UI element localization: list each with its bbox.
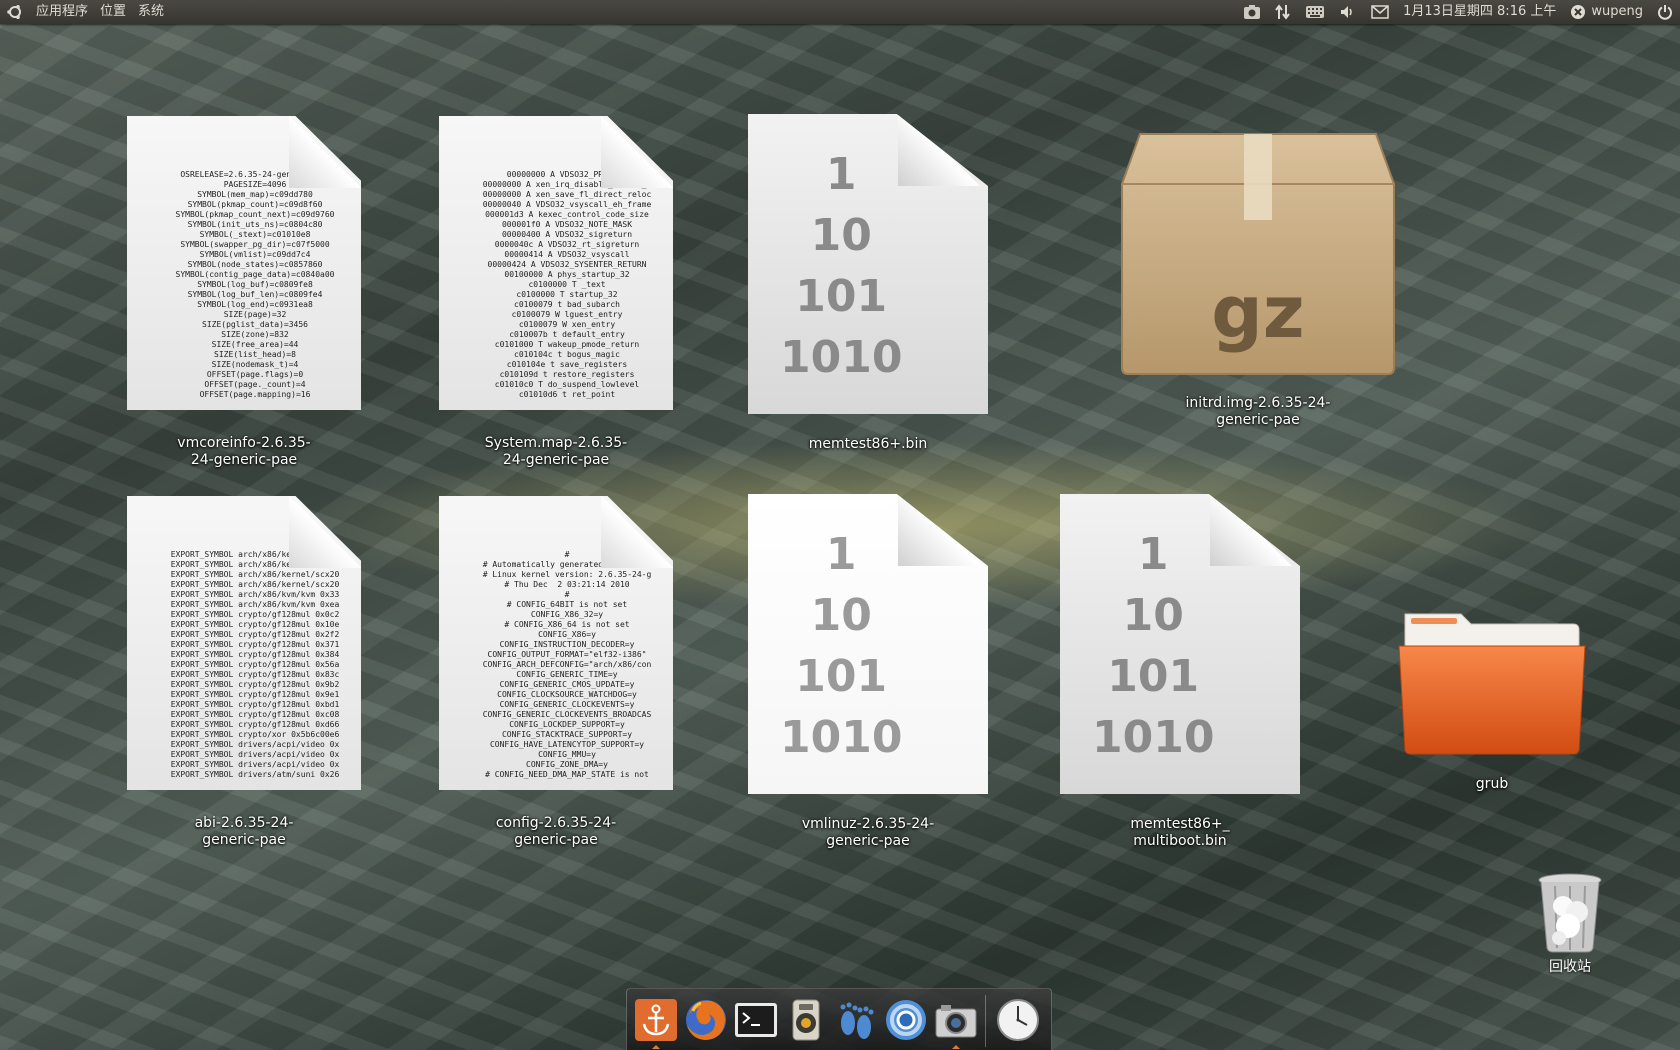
file-label: initrd.img-2.6.35-24- generic-pae (1185, 395, 1331, 428)
text-file-icon: # # Automatically generated make conf # … (439, 496, 673, 790)
audio-player-icon[interactable] (783, 997, 829, 1043)
anchor-icon[interactable] (633, 997, 679, 1049)
desktop-file-system-map[interactable]: 00000000 A VDSO32_PRELINK 00000000 A xen… (416, 116, 696, 476)
binary-digit-row: 1 (1137, 529, 1169, 580)
screenshot-icon[interactable] (1236, 4, 1268, 20)
file-label: vmlinuz-2.6.35-24- generic-pae (801, 816, 935, 849)
file-label: vmcoreinfo-2.6.35- 24-generic-pae (177, 435, 311, 468)
folder-icon (1397, 608, 1587, 756)
menu-applications[interactable]: 应用程序 (30, 0, 94, 24)
file-label: System.map-2.6.35- 24-generic-pae (484, 435, 628, 468)
archive-badge: gz (1211, 270, 1305, 354)
binary-digit-row: 1010 (1092, 712, 1215, 763)
binary-digit-row: 1 (825, 149, 857, 200)
text-file-icon: OSRELEASE=2.6.35-24-generic-pae PAGESIZE… (127, 116, 361, 410)
datetime-clock[interactable]: 1月13日星期四 8:16 上午 (1396, 0, 1563, 24)
ubuntu-logo-icon[interactable] (6, 3, 24, 21)
binary-file-icon: 1 10 101 1010 (1060, 494, 1300, 794)
desktop-folder-grub[interactable]: grub (1352, 608, 1632, 798)
file-label: memtest86+.bin (808, 436, 928, 452)
volume-icon[interactable] (1332, 5, 1364, 19)
desktop-trash[interactable]: 回收站 (1520, 872, 1620, 976)
clock-icon[interactable] (995, 997, 1041, 1043)
trash-label: 回收站 (1549, 959, 1591, 975)
file-preview-text: 00000000 A VDSO32_PRELINK 00000000 A xen… (482, 170, 652, 399)
desktop-file-vmcoreinfo[interactable]: OSRELEASE=2.6.35-24-generic-pae PAGESIZE… (104, 116, 384, 476)
package-box-icon: gz (1118, 124, 1398, 386)
binary-digit-row: 101 (795, 651, 888, 702)
file-preview-text: OSRELEASE=2.6.35-24-generic-pae PAGESIZE… (175, 170, 335, 399)
menu-places[interactable]: 位置 (94, 0, 132, 24)
mail-icon[interactable] (1364, 5, 1396, 19)
text-file-icon: EXPORT_SYMBOL arch/x86/kernel/scx20 EXPO… (127, 496, 361, 790)
desktop-file-config[interactable]: # # Automatically generated make conf # … (416, 496, 696, 856)
binary-digit-row: 101 (795, 271, 888, 322)
file-preview-text: EXPORT_SYMBOL arch/x86/kernel/scx20 EXPO… (170, 550, 340, 779)
binary-digit-row: 10 (1122, 590, 1184, 641)
binary-digit-row: 10 (810, 590, 872, 641)
trash-icon (1535, 872, 1605, 954)
binary-digit-row: 101 (1107, 651, 1200, 702)
file-label: memtest86+_ multiboot.bin (1130, 816, 1230, 849)
firefox-icon[interactable] (683, 997, 729, 1043)
binary-digit-row: 1 (825, 529, 857, 580)
binary-digit-row: 1010 (780, 332, 903, 383)
user-menu[interactable]: wupeng (1563, 0, 1650, 24)
network-icon[interactable] (1268, 3, 1298, 21)
file-label: config-2.6.35-24- generic-pae (495, 815, 617, 848)
desktop-file-vmlinuz[interactable]: 1 10 101 1010 vmlinuz-2.6.35-24- generic… (728, 494, 1008, 854)
footprints-icon[interactable] (833, 997, 879, 1043)
desktop-file-memtest[interactable]: 1 10 101 1010 memtest86+.bin (728, 114, 1008, 454)
menu-system[interactable]: 系统 (132, 0, 170, 24)
chromium-icon[interactable] (883, 997, 929, 1043)
camera-icon[interactable] (933, 997, 979, 1049)
file-label: abi-2.6.35-24- generic-pae (194, 815, 294, 848)
username-label: wupeng (1591, 4, 1643, 19)
file-preview-text: # # Automatically generated make conf # … (482, 550, 652, 779)
binary-file-icon: 1 10 101 1010 (748, 494, 988, 794)
dock-separator (985, 995, 986, 1047)
binary-digit-row: 1010 (780, 712, 903, 763)
binary-file-icon: 1 10 101 1010 (748, 114, 988, 414)
binary-digit-row: 10 (810, 210, 872, 261)
dock (626, 988, 1052, 1050)
power-icon[interactable] (1650, 4, 1680, 20)
keyboard-icon[interactable] (1298, 5, 1332, 19)
terminal-icon[interactable] (733, 997, 779, 1043)
desktop-file-memtest-multiboot[interactable]: 1 10 101 1010 memtest86+_ multiboot.bin (1040, 494, 1320, 854)
desktop-file-initrd[interactable]: gz initrd.img-2.6.35-24- generic-pae (1118, 124, 1398, 434)
top-panel: 应用程序 位置 系统 1月13日星期四 8:16 上午 wupeng (0, 0, 1680, 24)
user-icon (1571, 5, 1586, 19)
text-file-icon: 00000000 A VDSO32_PRELINK 00000000 A xen… (439, 116, 673, 410)
file-label: grub (1475, 776, 1509, 792)
desktop-file-abi[interactable]: EXPORT_SYMBOL arch/x86/kernel/scx20 EXPO… (104, 496, 384, 856)
